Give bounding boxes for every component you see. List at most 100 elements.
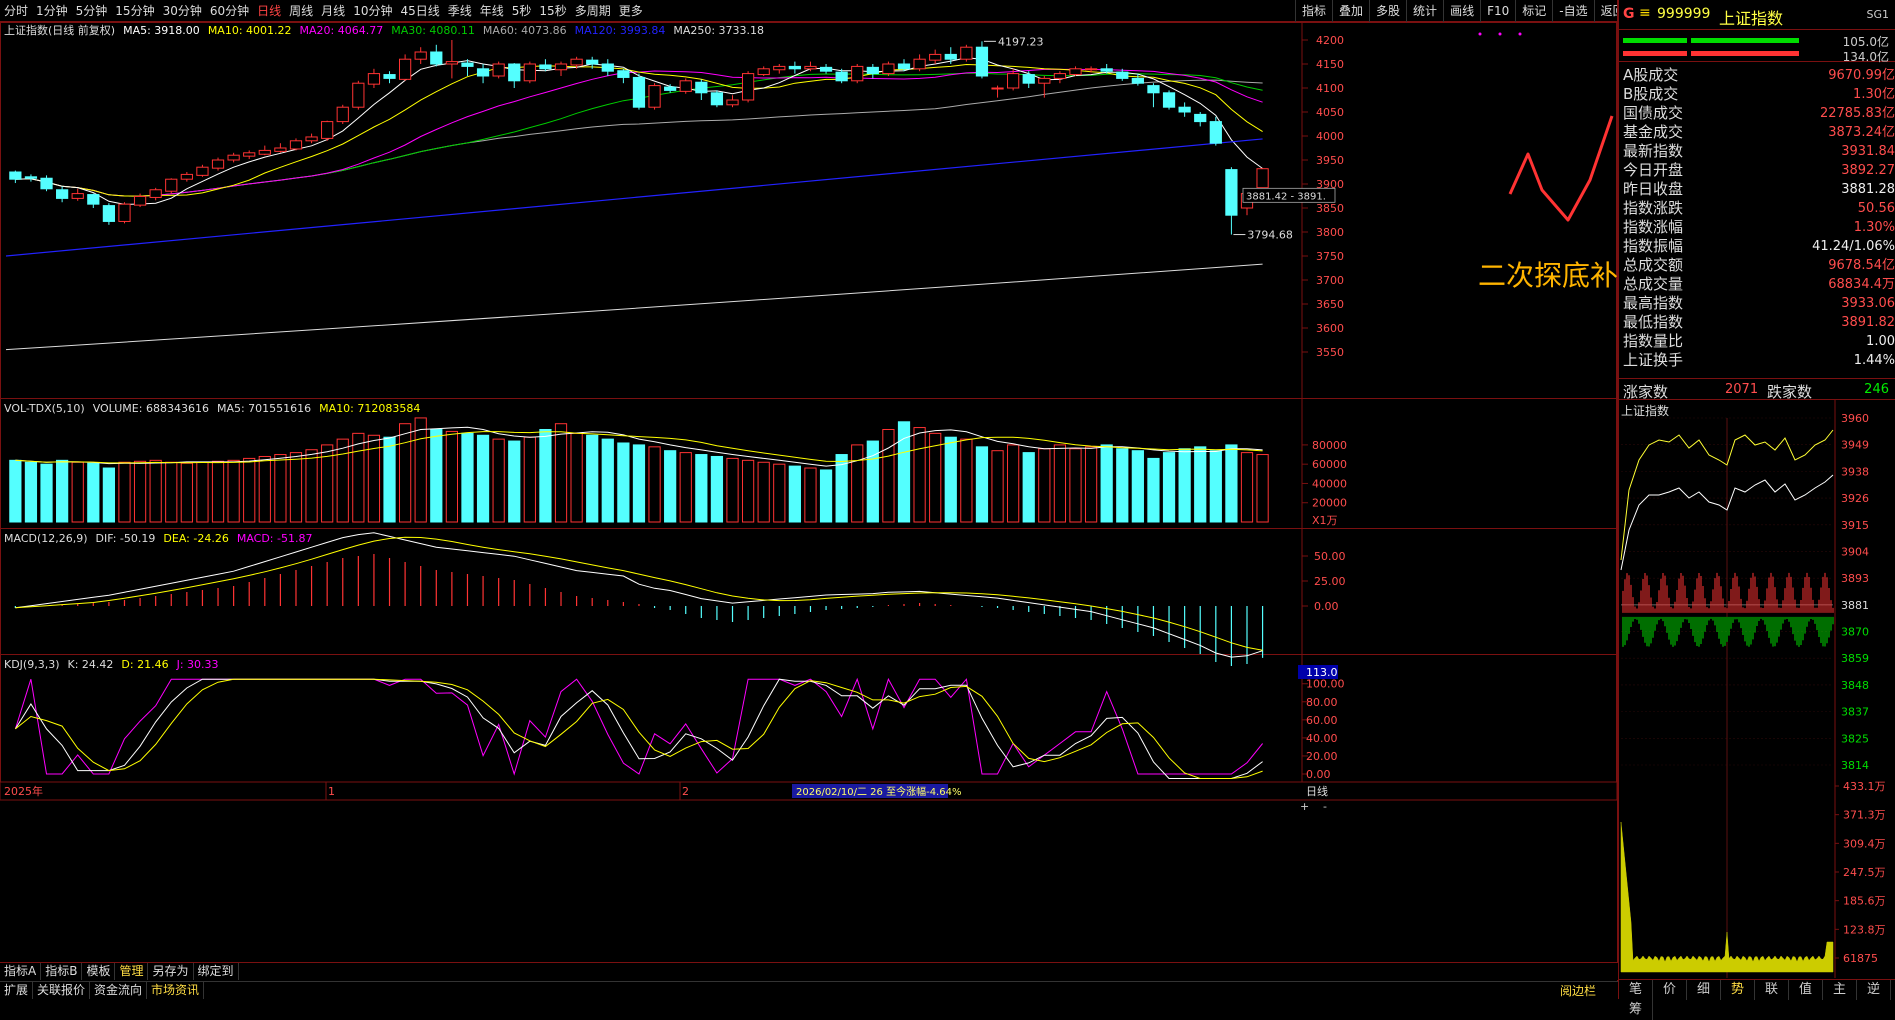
period-tab[interactable]: 60分钟 <box>206 0 253 22</box>
panel-tab[interactable]: 价 <box>1653 980 1687 1000</box>
candle-body <box>40 177 53 190</box>
price-tick-label: 4200 <box>1316 34 1344 47</box>
period-tab[interactable]: 10分钟 <box>349 0 396 22</box>
toolbar-button[interactable]: F10 <box>1480 0 1515 22</box>
volume-bar <box>1022 452 1035 523</box>
period-tab[interactable]: 15分钟 <box>111 0 158 22</box>
period-tab[interactable]: 1分钟 <box>32 0 72 22</box>
macd-info: MACD(12,26,9) DIF: -50.19 DEA: -24.26 MACD:… <box>4 530 320 548</box>
quote-row-value: 9678.54亿 <box>1828 258 1895 273</box>
candle-body <box>523 63 536 82</box>
panel-tab[interactable]: 势 <box>1721 980 1755 1000</box>
period-tab[interactable]: 30分钟 <box>159 0 206 22</box>
period-tab[interactable]: 多周期 <box>571 0 615 22</box>
panel-tab[interactable]: 主 <box>1823 980 1857 1000</box>
volume-bar <box>664 450 677 523</box>
period-tab[interactable]: 更多 <box>615 0 647 22</box>
period-tab[interactable]: 15秒 <box>535 0 570 22</box>
mini-vol-label: 123.8万 <box>1843 923 1886 936</box>
quote-row-value: 3892.27 <box>1841 163 1895 178</box>
panel-tab[interactable]: 值 <box>1789 980 1823 1000</box>
extension-tab[interactable]: 市场资讯 <box>147 982 205 999</box>
vol-tick-label: 60000 <box>1312 458 1347 471</box>
quote-row-value: 3891.82 <box>1841 315 1895 330</box>
vol-info-item: MA5: 701551616 <box>216 402 312 415</box>
volume-bar <box>1007 444 1020 523</box>
volume-bar <box>632 444 646 523</box>
extension-tab[interactable]: 关联报价 <box>33 982 91 999</box>
period-tab[interactable]: 季线 <box>444 0 476 22</box>
candle-body <box>1256 168 1269 189</box>
volume-bar <box>165 461 178 523</box>
period-tab[interactable]: 日线 <box>253 0 285 22</box>
volume-bar <box>211 460 225 523</box>
extension-tab[interactable]: 扩展 <box>0 982 34 999</box>
candle-body <box>960 46 973 60</box>
period-tab[interactable]: 分时 <box>0 0 32 22</box>
indicator-tab[interactable]: 模板 <box>82 963 116 980</box>
toolbar-button[interactable]: 多股 <box>1369 0 1406 22</box>
candle-body <box>1084 68 1098 71</box>
volume-bar <box>336 438 349 523</box>
quote-panel: G ≡ 999999 上证指数 SG1 105.0亿 134.0亿 A股成交 96… <box>1617 0 1895 999</box>
toolbar-button[interactable]: 标记 <box>1515 0 1552 22</box>
kdj-info: KDJ(9,3,3) K: 24.42 D: 21.46 J: 30.33 <box>4 656 227 674</box>
quote-row: B股成交 1.30亿 <box>1623 85 1895 104</box>
toolbar-button[interactable]: 画线 <box>1443 0 1480 22</box>
volume-bar <box>1147 457 1160 523</box>
indicator-tab[interactable]: 另存为 <box>148 963 194 980</box>
toolbar-button[interactable]: 指标 <box>1295 0 1332 22</box>
period-tab[interactable]: 月线 <box>317 0 349 22</box>
zoom-in-icon: + <box>1300 800 1309 813</box>
panel-tab[interactable]: 细 <box>1687 980 1721 1000</box>
volume-bar <box>695 454 708 523</box>
quote-row: 总成交量 68834.4万 <box>1623 275 1895 294</box>
kdj-tick-label: 20.00 <box>1306 750 1338 763</box>
main-info-item: 上证指数(日线 前复权) <box>4 24 116 37</box>
candle-body <box>757 68 770 76</box>
period-tab[interactable]: 5秒 <box>508 0 536 22</box>
indicator-tab[interactable]: 指标A <box>0 963 42 980</box>
panel-tab[interactable]: 逆 <box>1857 980 1891 1000</box>
volume-bar <box>133 460 147 523</box>
candle-body <box>897 63 911 70</box>
candle-body <box>383 74 396 79</box>
toolbar-button[interactable]: 叠加 <box>1332 0 1369 22</box>
sidebar-toggle[interactable]: 阅边栏 <box>1560 982 1596 999</box>
candle-body <box>352 82 365 108</box>
quote-row-label: 指数涨幅 <box>1623 218 1684 236</box>
candle-body <box>492 63 505 77</box>
quote-row-value: 3933.06 <box>1841 296 1895 311</box>
period-tab[interactable]: 周线 <box>285 0 317 22</box>
period-tab[interactable]: 年线 <box>476 0 508 22</box>
menu-icon[interactable]: ≡ <box>1639 5 1651 21</box>
panel-tab[interactable]: 筹 <box>1619 1000 1653 1020</box>
quote-row-label: 指数涨跌 <box>1623 199 1684 217</box>
volume-bar <box>414 417 427 523</box>
indicator-tab[interactable]: 指标B <box>41 963 83 980</box>
period-tab[interactable]: 5分钟 <box>72 0 112 22</box>
toolbar-button[interactable]: -自选 <box>1552 0 1593 22</box>
volume-bar <box>56 459 69 523</box>
indicator-tab[interactable]: 管理 <box>115 963 149 980</box>
toolbar-button[interactable]: 统计 <box>1406 0 1443 22</box>
volume-bar <box>1209 450 1222 523</box>
candle-body <box>445 61 458 65</box>
extension-tab[interactable]: 资金流向 <box>90 982 148 999</box>
panel-tab[interactable]: 联 <box>1755 980 1789 1000</box>
candle-body <box>1131 77 1144 84</box>
quote-row-value: 22785.83亿 <box>1819 106 1895 121</box>
mini-axis-label: 3960 <box>1841 412 1869 425</box>
candle-body <box>710 92 724 106</box>
candle-body <box>570 58 583 66</box>
vol-tick-label: 40000 <box>1312 477 1347 490</box>
volume-bar <box>196 461 209 523</box>
panel-tab[interactable]: 笔 <box>1619 980 1653 1000</box>
breadth-row: 涨家数 2071 跌家数 246 <box>1619 378 1895 401</box>
quote-row: 昨日收盘 3881.28 <box>1623 180 1895 199</box>
period-tab[interactable]: 45日线 <box>396 0 443 22</box>
indicator-tab[interactable]: 绑定到 <box>194 963 239 980</box>
candle-body <box>601 63 614 72</box>
candle-body <box>835 71 848 82</box>
candle-body <box>1007 73 1020 89</box>
